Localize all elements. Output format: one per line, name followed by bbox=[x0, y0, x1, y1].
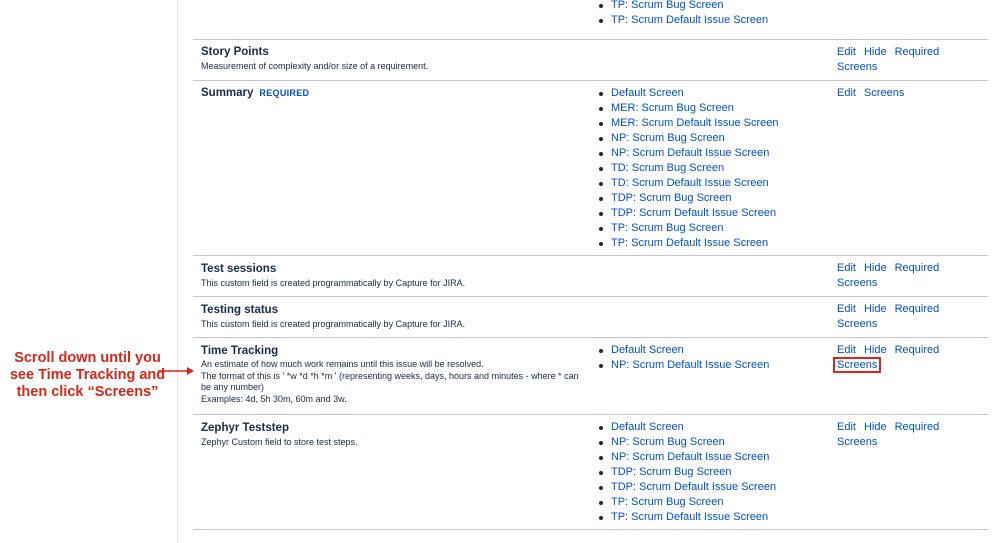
table-row: Summary REQUIRED Default Screen MER: Scru… bbox=[193, 81, 988, 256]
screens-link[interactable]: Screens bbox=[864, 87, 904, 99]
table-row: Time Tracking An estimate of how much wo… bbox=[193, 338, 988, 415]
edit-link[interactable]: Edit bbox=[837, 46, 856, 58]
field-name: Summary REQUIRED bbox=[201, 87, 309, 99]
description-line: Examples: 4d, 5h 30m, 60m and 3w. bbox=[201, 393, 347, 404]
hide-link[interactable]: Hide bbox=[864, 46, 887, 58]
hide-link[interactable]: Hide bbox=[864, 344, 887, 356]
field-description: An estimate of how much work remains unt… bbox=[201, 359, 591, 405]
edit-link[interactable]: Edit bbox=[837, 344, 856, 356]
arrow-right-icon bbox=[158, 367, 194, 375]
screen-link[interactable]: TD: Scrum Bug Screen bbox=[596, 161, 779, 176]
field-description: This custom field is created programmati… bbox=[201, 319, 591, 331]
field-name: Test sessions bbox=[201, 263, 277, 275]
screens-list: Default Screen NP: Scrum Default Issue S… bbox=[596, 343, 769, 373]
table-row: Testing status This custom field is crea… bbox=[193, 297, 988, 338]
screen-link[interactable]: TP: Scrum Default Issue Screen bbox=[596, 510, 776, 525]
screen-link[interactable]: Default Screen bbox=[596, 343, 769, 358]
screen-link[interactable]: Default Screen bbox=[596, 420, 776, 435]
screen-link[interactable]: TP: Scrum Bug Screen bbox=[596, 221, 779, 236]
annotation-line: see Time Tracking and bbox=[9, 367, 166, 383]
required-link[interactable]: Required bbox=[895, 344, 940, 356]
screens-link[interactable]: Screens bbox=[837, 277, 877, 289]
field-name: Time Tracking bbox=[201, 345, 279, 357]
screens-list: Default Screen MER: Scrum Bug Screen MER… bbox=[596, 86, 779, 251]
field-operations: Edit Screens bbox=[837, 86, 967, 101]
field-operations: Edit Hide Required Screens bbox=[837, 261, 967, 291]
table-row: Story Points Measurement of complexity a… bbox=[193, 40, 988, 81]
hide-link[interactable]: Hide bbox=[864, 421, 887, 433]
field-name-text: Summary bbox=[201, 87, 254, 99]
screen-link[interactable]: Default Screen bbox=[596, 86, 779, 101]
screen-link[interactable]: NP: Scrum Default Issue Screen bbox=[596, 358, 769, 373]
screen-link[interactable]: TP: Scrum Default Issue Screen bbox=[596, 13, 768, 28]
screen-link[interactable]: NP: Scrum Bug Screen bbox=[596, 435, 776, 450]
screen-link[interactable]: TDP: Scrum Bug Screen bbox=[596, 465, 776, 480]
screen-link[interactable]: TD: Scrum Default Issue Screen bbox=[596, 176, 779, 191]
field-name: Zephyr Teststep bbox=[201, 422, 289, 434]
screens-link[interactable]: Screens bbox=[837, 61, 877, 73]
screen-link[interactable]: TP: Scrum Default Issue Screen bbox=[596, 236, 779, 251]
edit-link[interactable]: Edit bbox=[837, 303, 856, 315]
required-badge: REQUIRED bbox=[259, 88, 310, 98]
hide-link[interactable]: Hide bbox=[864, 262, 887, 274]
field-name: Story Points bbox=[201, 46, 269, 58]
screen-link[interactable]: TDP: Scrum Default Issue Screen bbox=[596, 480, 776, 495]
screens-link-highlighted[interactable]: Screens bbox=[832, 357, 882, 373]
field-operations: Edit Hide Required Screens bbox=[832, 343, 967, 373]
description-line: This custom field is created programmati… bbox=[201, 319, 466, 329]
field-operations: Edit Hide Required Screens bbox=[837, 302, 967, 332]
required-link[interactable]: Required bbox=[895, 262, 940, 274]
screen-link[interactable]: NP: Scrum Default Issue Screen bbox=[596, 146, 779, 161]
instruction-annotation: Scroll down until you see Time Tracking … bbox=[0, 350, 175, 401]
edit-link[interactable]: Edit bbox=[837, 421, 856, 433]
field-operations: Edit Hide Required Screens bbox=[837, 45, 967, 75]
field-description: Measurement of complexity and/or size of… bbox=[201, 61, 591, 73]
description-line: be any number) bbox=[201, 382, 265, 392]
description-line: This custom field is created programmati… bbox=[201, 278, 466, 288]
screen-link[interactable]: TP: Scrum Bug Screen bbox=[596, 495, 776, 510]
screen-link[interactable]: NP: Scrum Bug Screen bbox=[596, 131, 779, 146]
screen-link[interactable]: TDP: Scrum Bug Screen bbox=[596, 191, 779, 206]
screen-link[interactable]: MER: Scrum Bug Screen bbox=[596, 101, 779, 116]
screens-link[interactable]: Screens bbox=[837, 436, 877, 448]
left-panel: Scroll down until you see Time Tracking … bbox=[0, 0, 178, 543]
table-row: Zephyr Teststep Zephyr Custom field to s… bbox=[193, 415, 988, 530]
edit-link[interactable]: Edit bbox=[837, 262, 856, 274]
field-operations: Edit Hide Required Screens bbox=[837, 420, 967, 450]
screen-link[interactable]: MER: Scrum Default Issue Screen bbox=[596, 116, 779, 131]
annotation-line: Scroll down until you bbox=[14, 350, 161, 366]
screens-link[interactable]: Screens bbox=[837, 318, 877, 330]
field-description: This custom field is created programmati… bbox=[201, 278, 591, 290]
description-line: The format of this is ' *w *d *h *m ' (r… bbox=[201, 370, 579, 381]
screen-link[interactable]: TDP: Scrum Default Issue Screen bbox=[596, 206, 779, 221]
description-line: Zephyr Custom field to store test steps. bbox=[201, 437, 358, 447]
table-row: TP: Scrum Bug Screen TP: Scrum Default I… bbox=[193, 0, 988, 40]
field-name: Testing status bbox=[201, 304, 279, 316]
screen-link[interactable]: TP: Scrum Bug Screen bbox=[596, 0, 768, 13]
screens-list: Default Screen NP: Scrum Bug Screen NP: … bbox=[596, 420, 776, 525]
screen-link[interactable]: NP: Scrum Default Issue Screen bbox=[596, 450, 776, 465]
table-row: Test sessions This custom field is creat… bbox=[193, 256, 988, 297]
edit-link[interactable]: Edit bbox=[837, 87, 856, 99]
required-link[interactable]: Required bbox=[895, 421, 940, 433]
hide-link[interactable]: Hide bbox=[864, 303, 887, 315]
screens-list: TP: Scrum Bug Screen TP: Scrum Default I… bbox=[596, 0, 768, 28]
description-line: An estimate of how much work remains unt… bbox=[201, 359, 484, 369]
annotation-line: then click “Screens” bbox=[16, 384, 159, 400]
required-link[interactable]: Required bbox=[895, 46, 940, 58]
description-line: Measurement of complexity and/or size of… bbox=[201, 61, 429, 71]
required-link[interactable]: Required bbox=[895, 303, 940, 315]
field-description: Zephyr Custom field to store test steps. bbox=[201, 437, 591, 449]
